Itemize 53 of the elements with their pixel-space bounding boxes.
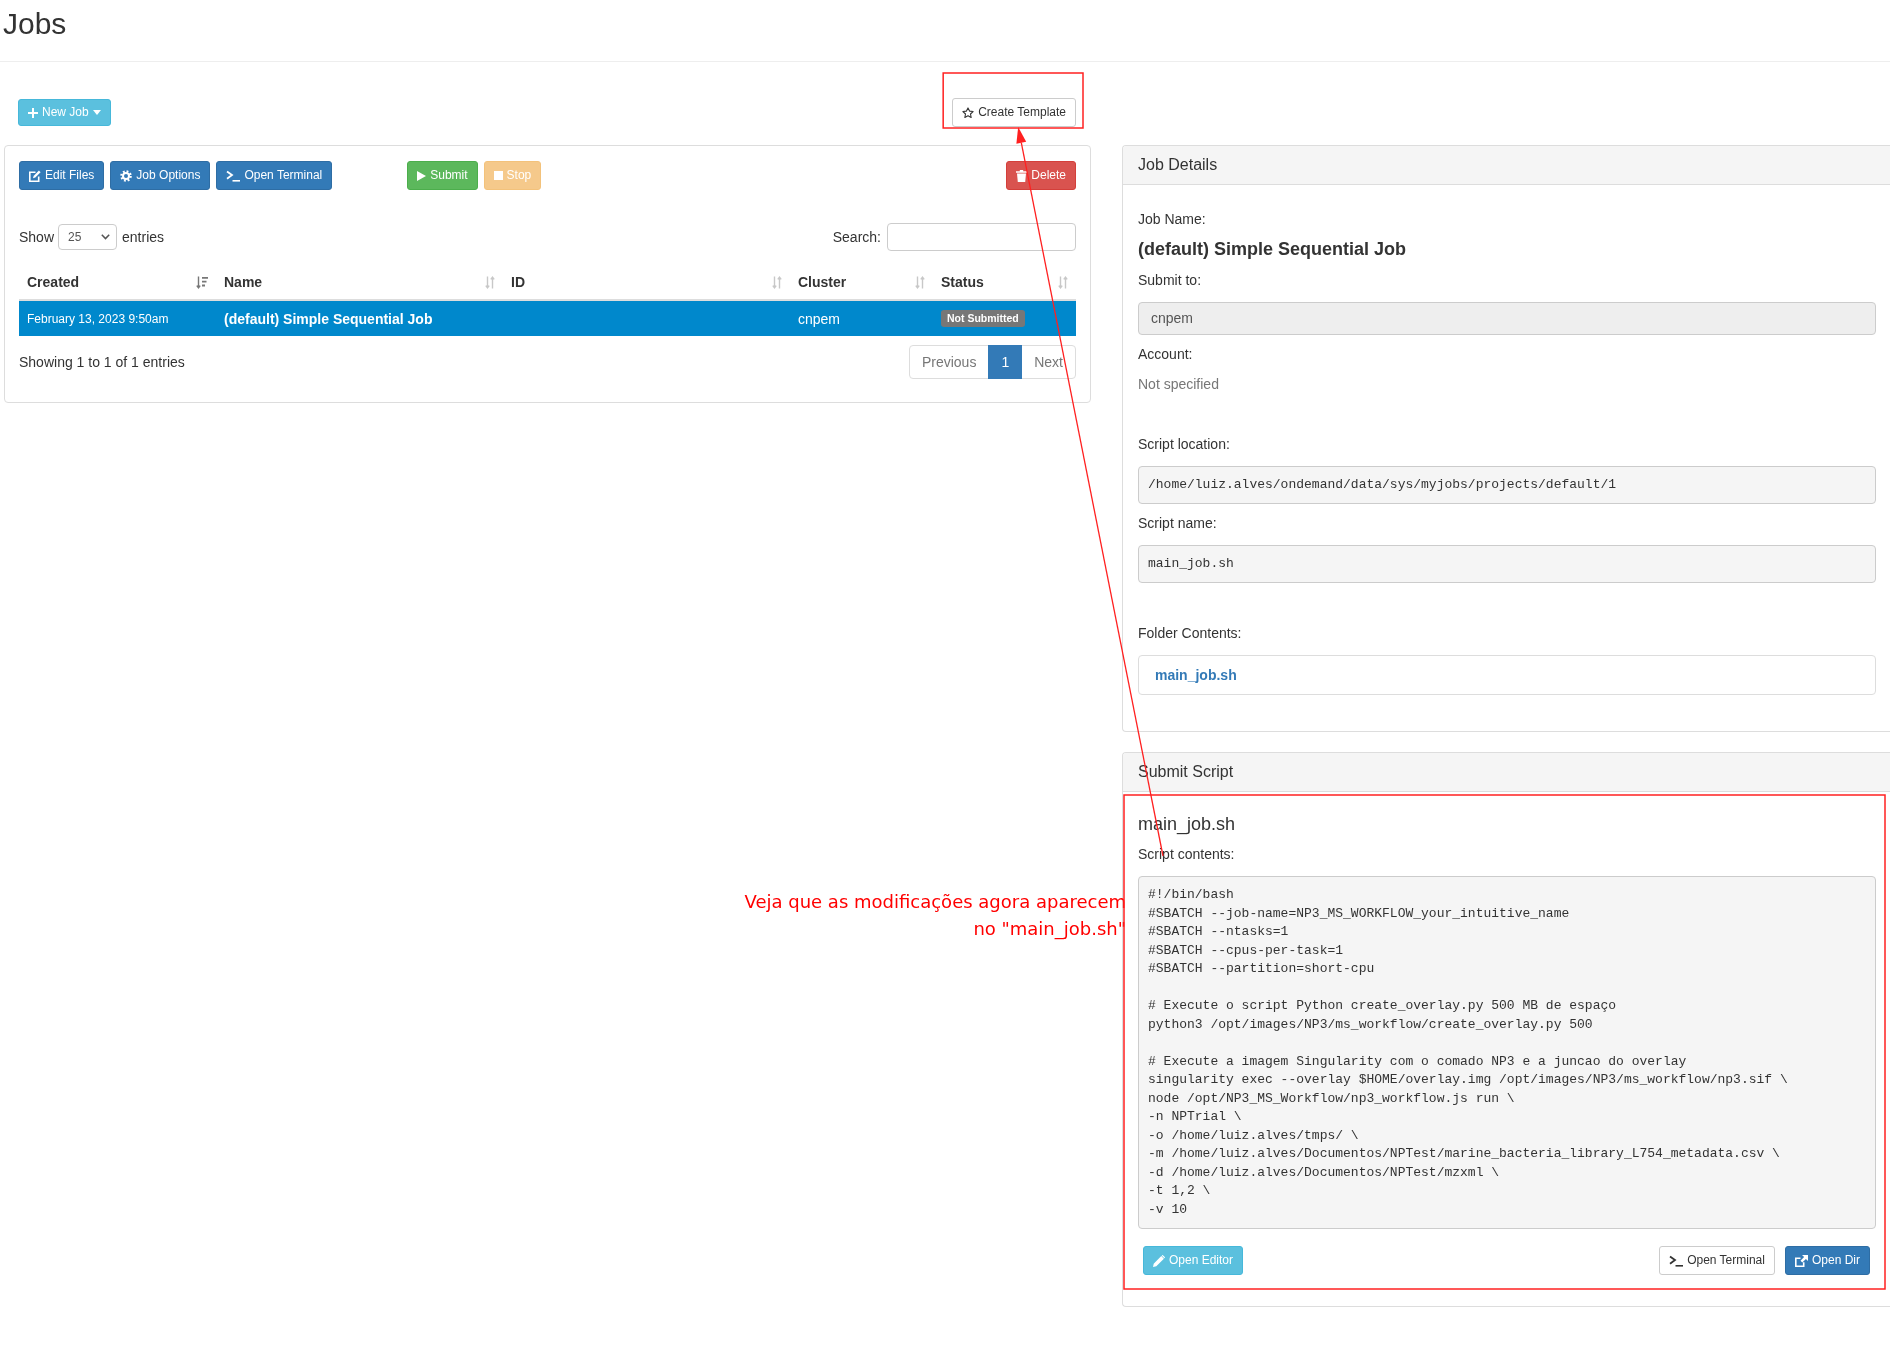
column-header[interactable]: Cluster <box>790 264 933 299</box>
column-header[interactable]: ID <box>503 264 790 299</box>
trash-icon <box>1016 169 1028 182</box>
length-label: entries <box>122 228 165 247</box>
external-link-icon <box>1794 1254 1808 1267</box>
caret-icon <box>92 110 101 115</box>
column-header[interactable]: Status <box>933 264 1076 299</box>
play-icon <box>417 170 427 181</box>
job-name: (default) Simple Sequential Job <box>1138 238 1408 261</box>
table-row[interactable]: February 13, 2023 9:50am (default) Simple Sequential Job cnpem Not Submitted <box>19 301 1076 336</box>
status-badge: Not Submitted <box>941 310 1025 327</box>
plus-icon <box>28 107 38 118</box>
account-value: Not specified <box>1138 375 1220 394</box>
table-info: Showing 1 to 1 of 1 entries <box>19 353 185 372</box>
table-cell-text: cnpem <box>797 309 842 329</box>
table-cell-text: February 13, 2023 9:50am <box>26 310 170 328</box>
job-options-button[interactable]: Job Options <box>110 161 211 190</box>
edit-files-button[interactable]: Edit Files <box>19 161 105 190</box>
chevron-icon <box>101 234 111 240</box>
gear-icon <box>120 169 133 182</box>
field-label: Folder Contents: <box>1138 624 1243 643</box>
page-button[interactable]: 1 <box>988 345 1023 379</box>
pencil-icon <box>1153 1254 1165 1267</box>
submit-button[interactable]: Submit <box>407 161 478 190</box>
delete-button[interactable]: Delete <box>1006 161 1076 190</box>
readonly-field[interactable]: /home/luiz.alves/ondemand/data/sys/myjobs/projects/default/1 <box>1138 466 1876 504</box>
open-terminal-button[interactable]: Open Terminal <box>216 161 333 190</box>
field-label: Script location: <box>1138 435 1231 454</box>
star-icon <box>962 106 975 119</box>
terminal-icon <box>226 169 241 182</box>
panel-title: Job Details <box>1123 146 1890 185</box>
field-label: Submit to: <box>1138 271 1203 290</box>
open-terminal-button[interactable]: Open Terminal <box>1659 1246 1775 1275</box>
column-header[interactable]: Name <box>216 264 503 299</box>
field-label: Script name: <box>1138 514 1218 533</box>
length-label: Show <box>19 228 55 247</box>
edit-icon <box>29 169 41 182</box>
open-dir-button[interactable]: Open Dir <box>1784 1246 1870 1275</box>
table-cell-text: (default) Simple Sequential Job <box>223 309 434 329</box>
search-label: Search: <box>832 228 881 247</box>
field-label: Job Name: <box>1138 210 1207 229</box>
readonly-field[interactable]: main_job.sh <box>1138 545 1876 583</box>
create-template-button[interactable]: Create Template <box>952 98 1076 127</box>
entries-select[interactable]: 25 <box>58 224 118 250</box>
column-header[interactable]: Created <box>19 264 216 299</box>
script-contents: #!/bin/bash #SBATCH --job-name=NP3_MS_WORKFLOW_your_intuitive_name #SBATCH --ntasks=1 #SBATCH --cpus-per-task=1 #SBATCH --partition=short-cpu # Execute o script Python create_overlay.py 500 MB de espaço python3 /opt/images/NP3/ms_workflow/create_overlay.py 500 # Execute a imagem Singularity com o comado NP3 e a juncao do overlay singularity exec --overlay $HOME/overlay.img /opt/images/NP3/ms_workflow/np3.sif \ node /opt/NP3_MS_Workflow/np3_workflow.js run \ -n NPTrial \ -o /home/luiz.alves/tmps/ \ -m /home/luiz.alves/Documentos/NPTest/marine_bacteria_library_L754_metadata.csv \ -d /home/luiz.alves/Documentos/NPTest/mzxml \ -t 1,2 \ -v 10 <box>1138 876 1876 1229</box>
search-field[interactable] <box>887 223 1076 251</box>
stop-icon <box>493 171 503 180</box>
terminal-icon <box>1669 1254 1684 1267</box>
field-label: Account: <box>1138 345 1194 364</box>
file-link[interactable]: main_job.sh <box>1155 667 1237 683</box>
page-title: Jobs <box>3 6 67 42</box>
field-label: Script contents: <box>1138 845 1236 864</box>
